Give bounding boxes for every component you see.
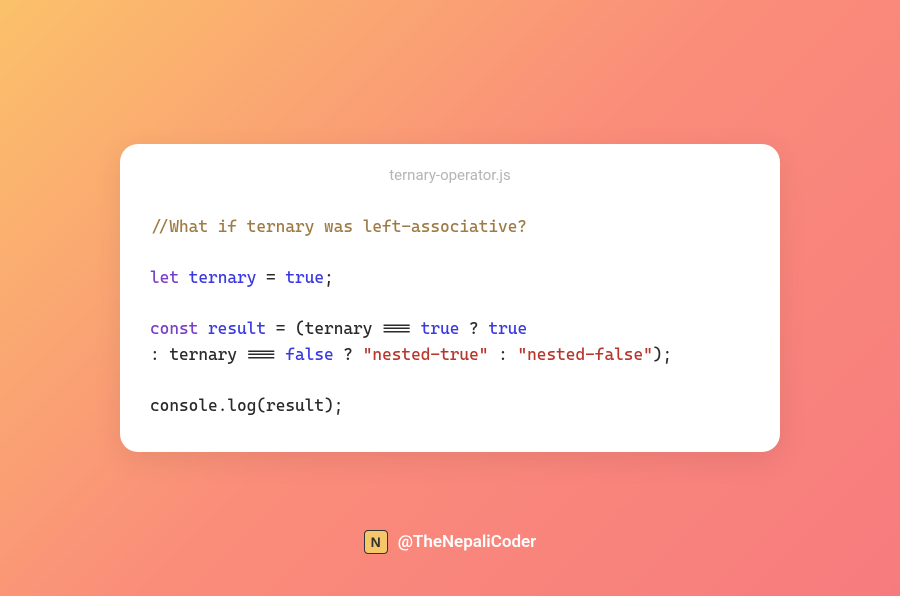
code-token: "nested-false" — [517, 345, 652, 364]
code-line: let ternary = true; — [150, 265, 750, 291]
code-line — [150, 239, 750, 265]
code-token: ( — [295, 319, 305, 338]
code-line: : ternary === false ? "nested-true" : "n… — [150, 342, 750, 368]
code-token: log — [227, 396, 256, 415]
code-token: result — [266, 396, 324, 415]
code-token: = — [276, 319, 286, 338]
code-token — [459, 319, 469, 338]
brand-icon-letter: N — [371, 534, 381, 550]
code-token: . — [218, 396, 228, 415]
code-token: ; — [334, 396, 344, 415]
code-token: ? — [343, 345, 353, 364]
code-token: ternary — [160, 345, 247, 364]
code-token — [508, 345, 518, 364]
code-token — [179, 268, 189, 287]
code-token: false — [285, 345, 333, 364]
code-line — [150, 290, 750, 316]
code-token — [411, 319, 421, 338]
code-token: ternary — [189, 268, 257, 287]
code-token — [276, 345, 286, 364]
code-token: === — [382, 319, 411, 338]
code-token: : — [498, 345, 508, 364]
code-token — [334, 345, 344, 364]
code-token: = — [266, 268, 276, 287]
code-token: console — [150, 396, 218, 415]
code-card: ternary-operator.js //What if ternary wa… — [120, 144, 780, 453]
code-token — [479, 319, 489, 338]
code-token — [256, 268, 266, 287]
code-line: //What if ternary was left-associative? — [150, 214, 750, 240]
footer-handle: @TheNepaliCoder — [398, 532, 537, 552]
footer: N @TheNepaliCoder — [364, 530, 537, 554]
filename-label: ternary-operator.js — [150, 166, 750, 184]
code-token: let — [150, 268, 179, 287]
code-token: const — [150, 319, 198, 338]
code-token: true — [488, 319, 527, 338]
code-line: console.log(result); — [150, 393, 750, 419]
code-token: true — [421, 319, 460, 338]
code-token: result — [208, 319, 266, 338]
code-token — [285, 319, 295, 338]
code-block: //What if ternary was left-associative? … — [150, 214, 750, 419]
code-token: === — [247, 345, 276, 364]
code-token: true — [285, 268, 324, 287]
code-token: "nested-true" — [363, 345, 489, 364]
code-token: ; — [324, 268, 334, 287]
brand-icon: N — [364, 530, 388, 554]
code-token: ; — [662, 345, 672, 364]
code-line: const result = (ternary === true ? true — [150, 316, 750, 342]
code-token — [276, 268, 286, 287]
code-token — [353, 345, 363, 364]
code-token: //What if ternary was left-associative? — [150, 217, 527, 236]
code-token: : — [150, 345, 160, 364]
code-token: ) — [324, 396, 334, 415]
code-line — [150, 367, 750, 393]
code-token: ? — [469, 319, 479, 338]
code-token: ( — [256, 396, 266, 415]
code-token — [488, 345, 498, 364]
code-token — [266, 319, 276, 338]
code-token: ternary — [305, 319, 382, 338]
code-token — [198, 319, 208, 338]
